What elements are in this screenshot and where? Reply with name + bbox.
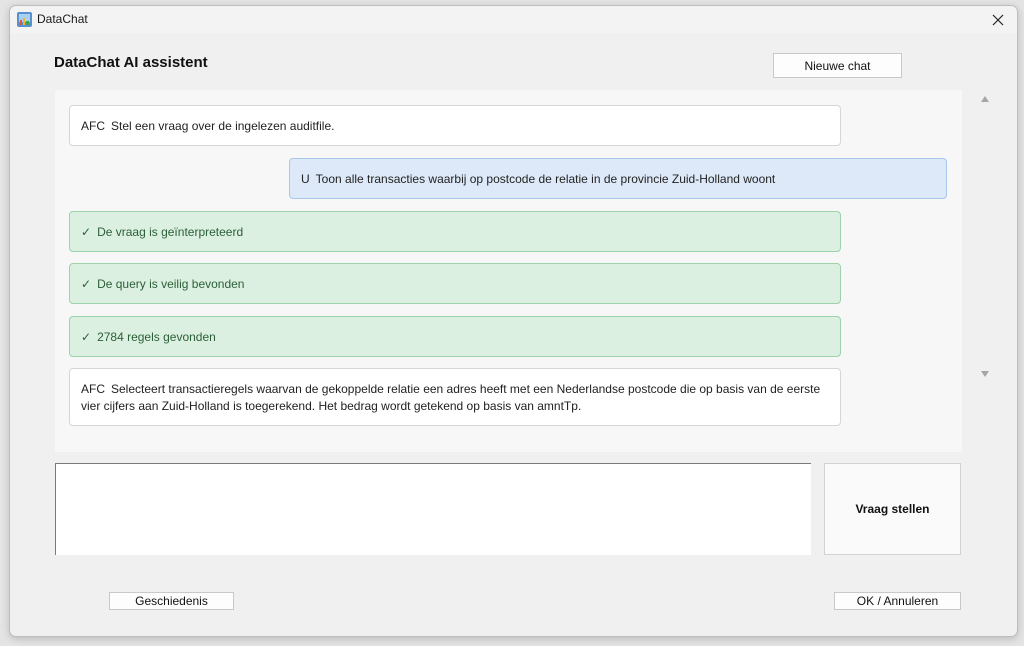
- message-text: De query is veilig bevonden: [97, 277, 245, 291]
- app-icon: [17, 12, 32, 27]
- message-sender: U: [301, 172, 310, 186]
- message-ai: AFC Selecteert transactieregels waarvan d…: [69, 368, 841, 426]
- check-icon: ✓: [81, 225, 92, 239]
- check-icon: ✓: [81, 330, 92, 344]
- message-sender: AFC: [81, 382, 105, 396]
- ok-cancel-button[interactable]: OK / Annuleren: [834, 592, 961, 610]
- message-status: ✓ De query is veilig bevonden: [69, 263, 841, 304]
- title-bar: DataChat: [10, 6, 1017, 33]
- message-text: De vraag is geïnterpreteerd: [97, 225, 244, 239]
- check-icon: ✓: [81, 277, 92, 291]
- message-status: ✓ De vraag is geïnterpreteerd: [69, 211, 841, 252]
- chat-history: AFC Stel een vraag over de ingelezen audi…: [55, 90, 962, 452]
- close-icon: [992, 14, 1004, 26]
- message-text: Selecteert transactieregels waarvan de g…: [81, 382, 821, 413]
- message-ai: AFC Stel een vraag over de ingelezen audi…: [69, 105, 841, 146]
- close-button[interactable]: [985, 9, 1011, 31]
- message-sender: AFC: [81, 119, 105, 133]
- page-title: DataChat AI assistent: [54, 54, 208, 71]
- question-input[interactable]: [55, 463, 811, 555]
- scroll-up-icon[interactable]: [981, 96, 989, 102]
- window-title: DataChat: [37, 12, 88, 26]
- message-text: Stel een vraag over de ingelezen auditfi…: [111, 119, 335, 133]
- message-status: ✓ 2784 regels gevonden: [69, 316, 841, 357]
- message-text: 2784 regels gevonden: [97, 330, 216, 344]
- message-text: Toon alle transacties waarbij op postcod…: [315, 172, 776, 186]
- chat-scrollbar[interactable]: [975, 90, 997, 385]
- datachat-window: DataChat DataChat AI assistent Nieuwe ch…: [9, 5, 1018, 637]
- scroll-down-icon[interactable]: [981, 371, 989, 377]
- message-user: U Toon alle transacties waarbij op postco…: [289, 158, 947, 199]
- ask-question-button[interactable]: Vraag stellen: [824, 463, 961, 555]
- new-chat-button[interactable]: Nieuwe chat: [773, 53, 902, 78]
- history-button[interactable]: Geschiedenis: [109, 592, 234, 610]
